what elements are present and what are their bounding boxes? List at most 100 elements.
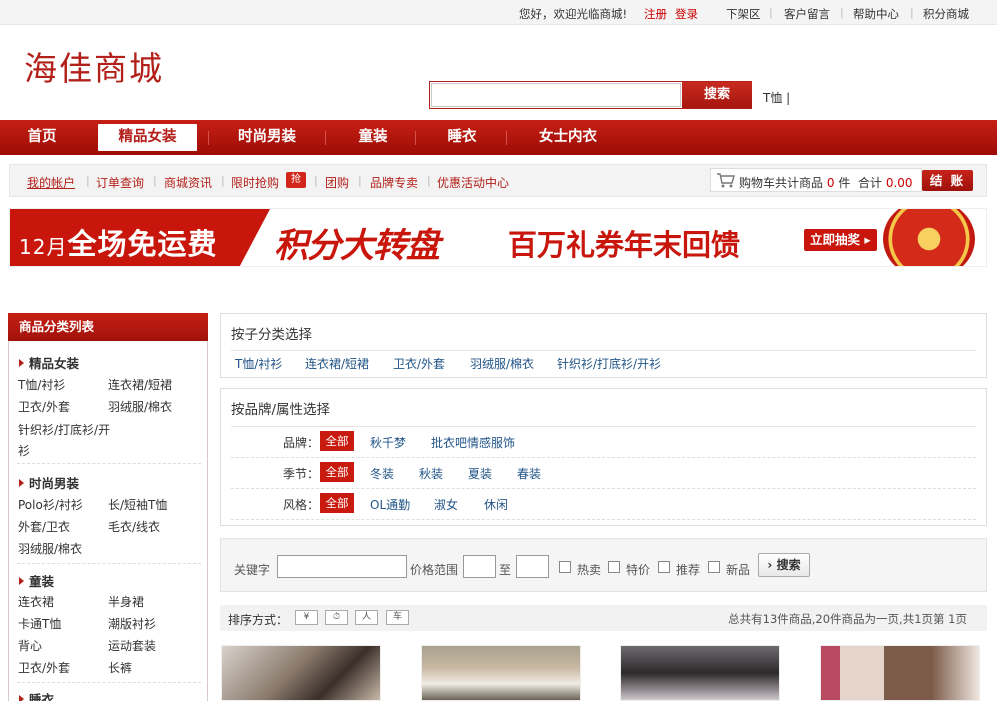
category-link[interactable]: 背心 bbox=[18, 637, 42, 654]
help-center-link[interactable]: 帮助中心 bbox=[853, 6, 899, 22]
recommend-checkbox[interactable] bbox=[658, 561, 670, 573]
advanced-search-button[interactable]: › 搜索 bbox=[758, 553, 810, 577]
promo-banner[interactable]: 12月全场免运费 积分大转盘 百万礼券年末回馈 立即抽奖 ▸ bbox=[9, 208, 987, 267]
sort-price-button[interactable]: ¥ bbox=[295, 610, 318, 625]
product-image[interactable] bbox=[421, 645, 581, 701]
hot-keyword-link[interactable]: T恤 | bbox=[763, 89, 790, 106]
order-query-link[interactable]: 订单查询 bbox=[96, 174, 144, 191]
login-link[interactable]: 登录 bbox=[675, 6, 698, 22]
brand-option[interactable]: 秋千梦 bbox=[370, 434, 406, 451]
product-image[interactable] bbox=[820, 645, 980, 701]
keyword-label: 关键字 bbox=[234, 563, 271, 577]
category-link[interactable]: 卫衣/外套 bbox=[18, 659, 70, 676]
category-link[interactable]: 羽绒服/棉衣 bbox=[108, 398, 172, 415]
season-option[interactable]: 冬装 bbox=[370, 465, 394, 482]
product-image[interactable] bbox=[620, 645, 780, 701]
banner-draw-button[interactable]: 立即抽奖 ▸ bbox=[804, 229, 877, 251]
category-link[interactable]: 运动套装 bbox=[108, 637, 156, 654]
category-link[interactable]: Polo衫/衬衫 bbox=[18, 496, 83, 513]
cart-total-label: 合计 bbox=[857, 176, 882, 190]
cart-summary[interactable]: 购物车共计商品 0 件 合计 0.00 bbox=[710, 168, 922, 192]
category-kids[interactable]: 童装 bbox=[19, 571, 54, 590]
promotions-link[interactable]: 优惠活动中心 bbox=[437, 174, 509, 191]
hot-checkbox[interactable] bbox=[559, 561, 571, 573]
row-divider bbox=[231, 457, 976, 458]
price-range-label: 价格范围 bbox=[410, 563, 459, 577]
subcategory-link[interactable]: 卫衣/外套 bbox=[393, 355, 445, 372]
special-label: 特价 bbox=[626, 563, 651, 577]
nav-divider bbox=[325, 131, 326, 145]
sort-sales-button[interactable]: 车 bbox=[386, 610, 409, 625]
cart-total: 0.00 bbox=[885, 176, 913, 190]
cart-count: 0 bbox=[826, 176, 835, 190]
category-link[interactable]: 毛衣/线衣 bbox=[108, 518, 160, 535]
site-logo[interactable]: 海佳商城 bbox=[24, 42, 164, 90]
category-link[interactable]: 潮版衬衫 bbox=[108, 615, 156, 632]
style-option[interactable]: 休闲 bbox=[484, 496, 508, 513]
banner-free-shipping-text: 全场免运费 bbox=[67, 227, 218, 261]
nav-sleepwear[interactable]: 睡衣 bbox=[432, 120, 492, 155]
category-women[interactable]: 精品女装 bbox=[19, 353, 79, 372]
category-link[interactable]: 长/短袖T恤 bbox=[108, 496, 167, 513]
product-image[interactable] bbox=[221, 645, 381, 701]
season-option[interactable]: 秋装 bbox=[419, 465, 443, 482]
category-men[interactable]: 时尚男装 bbox=[19, 473, 79, 492]
points-mall-link[interactable]: 积分商城 bbox=[923, 6, 969, 22]
row-divider bbox=[231, 519, 976, 520]
keyword-input[interactable] bbox=[277, 555, 407, 578]
brand-attribute-filter: 按品牌/属性选择 品牌： 全部 秋千梦 批衣吧情感服饰 季节： 全部 冬装 秋装… bbox=[220, 388, 987, 526]
sort-bar: 排序方式： ¥ ⏱ 人 车 总共有13件商品,20件商品为一页,共1页第 1页 bbox=[220, 605, 987, 631]
style-option[interactable]: 淑女 bbox=[434, 496, 458, 513]
style-all-tag[interactable]: 全部 bbox=[320, 493, 354, 513]
nav-men[interactable]: 时尚男装 bbox=[227, 120, 307, 155]
sort-popularity-button[interactable]: 人 bbox=[355, 610, 378, 625]
subcategory-link[interactable]: 连衣裙/短裙 bbox=[305, 355, 369, 372]
category-link[interactable]: 卫衣/外套 bbox=[18, 398, 70, 415]
price-max-input[interactable] bbox=[516, 555, 549, 578]
flash-sale-badge: 抢 bbox=[286, 172, 306, 188]
triangle-icon bbox=[19, 577, 24, 585]
season-option[interactable]: 春装 bbox=[517, 465, 541, 482]
season-option[interactable]: 夏装 bbox=[468, 465, 492, 482]
nav-kids[interactable]: 童装 bbox=[343, 120, 403, 155]
price-min-input[interactable] bbox=[463, 555, 496, 578]
subcategory-link[interactable]: 针织衫/打底衫/开衫 bbox=[557, 355, 661, 372]
category-link[interactable]: 针织衫/打底衫/开衫 bbox=[18, 420, 113, 462]
nav-women[interactable]: 精品女装 bbox=[98, 124, 197, 151]
category-link[interactable]: 外套/卫衣 bbox=[18, 518, 70, 535]
brand-option[interactable]: 批衣吧情感服饰 bbox=[431, 434, 515, 451]
category-link[interactable]: T恤/衬衫 bbox=[18, 376, 65, 393]
brand-store-link[interactable]: 品牌专卖 bbox=[370, 174, 418, 191]
season-all-tag[interactable]: 全部 bbox=[320, 462, 354, 482]
guestbook-link[interactable]: 客户留言 bbox=[784, 6, 830, 22]
top-bar: 您好，欢迎光临商城! 注册 登录 下架区 | 客户留言 | 帮助中心 | 积分商… bbox=[0, 0, 997, 25]
subcategory-link[interactable]: 羽绒服/棉衣 bbox=[470, 355, 534, 372]
box-divider bbox=[231, 350, 976, 351]
register-link[interactable]: 注册 bbox=[644, 6, 667, 22]
special-checkbox[interactable] bbox=[608, 561, 620, 573]
subcategory-link[interactable]: T恤/衬衫 bbox=[235, 355, 282, 372]
category-sleepwear[interactable]: 睡衣 bbox=[19, 689, 54, 701]
category-link[interactable]: 羽绒服/棉衣 bbox=[18, 540, 82, 557]
nav-lingerie[interactable]: 女士内衣 bbox=[524, 120, 612, 155]
category-link[interactable]: 长裤 bbox=[108, 659, 132, 676]
cart-count-unit: 件 bbox=[838, 176, 851, 190]
search-button[interactable]: 搜索 bbox=[682, 82, 752, 108]
category-link[interactable]: 连衣裙 bbox=[18, 593, 54, 610]
search-input[interactable] bbox=[431, 83, 681, 107]
style-option[interactable]: OL通勤 bbox=[370, 496, 410, 513]
sort-time-button[interactable]: ⏱ bbox=[325, 610, 348, 625]
category-link[interactable]: 卡通T恤 bbox=[18, 615, 61, 632]
checkout-button[interactable]: 结 账 bbox=[922, 170, 973, 191]
subcategory-title: 按子分类选择 bbox=[231, 327, 312, 343]
group-buy-link[interactable]: 团购 bbox=[325, 174, 349, 191]
category-link[interactable]: 半身裙 bbox=[108, 593, 144, 610]
flash-sale-link[interactable]: 限时抢购 bbox=[231, 174, 279, 191]
offshelf-link[interactable]: 下架区 bbox=[726, 6, 761, 22]
category-link[interactable]: 连衣裙/短裙 bbox=[108, 376, 172, 393]
nav-home[interactable]: 首页 bbox=[14, 120, 70, 155]
my-account-link[interactable]: 我的帐户 bbox=[27, 174, 75, 191]
new-checkbox[interactable] bbox=[708, 561, 720, 573]
news-link[interactable]: 商城资讯 bbox=[164, 174, 212, 191]
brand-all-tag[interactable]: 全部 bbox=[320, 431, 354, 451]
